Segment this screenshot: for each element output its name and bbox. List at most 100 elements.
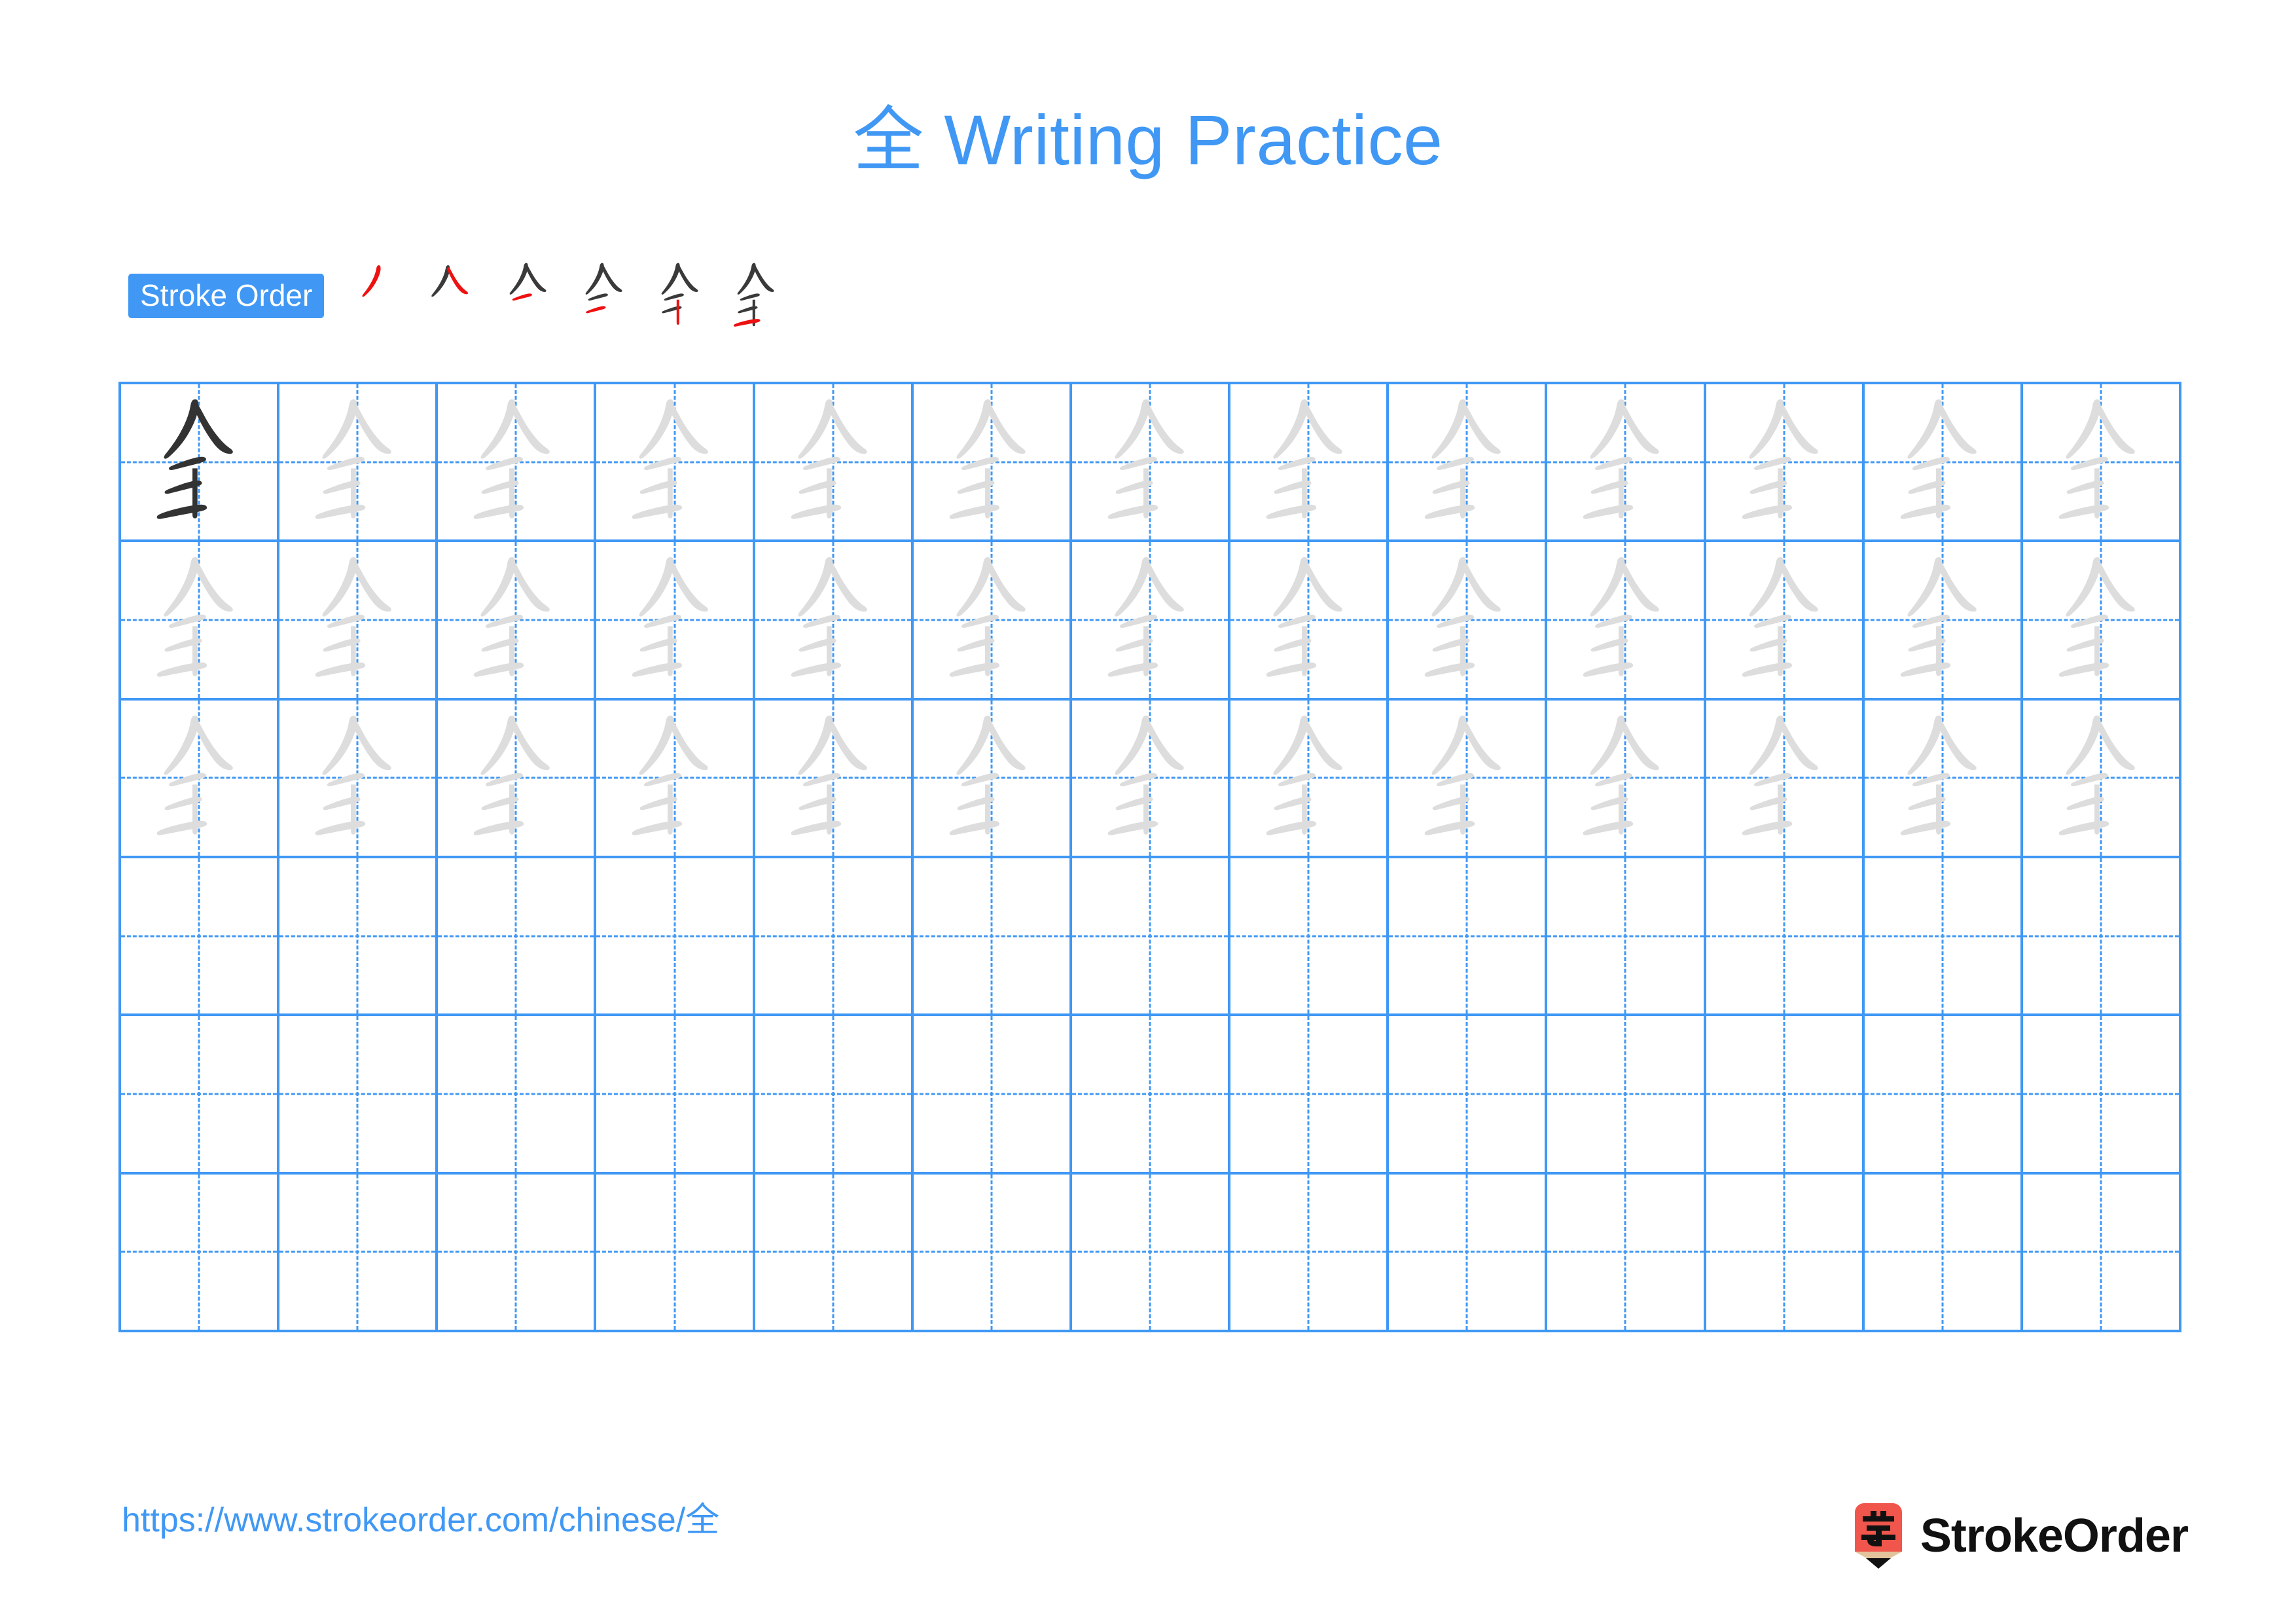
practice-cell[interactable] <box>1547 700 1706 858</box>
practice-grid <box>118 382 2181 1332</box>
practice-cell[interactable] <box>1230 542 1390 701</box>
practice-cell[interactable] <box>121 542 280 701</box>
trace-character <box>1547 384 1703 539</box>
practice-cell[interactable] <box>1071 858 1231 1017</box>
practice-cell[interactable] <box>1706 384 1865 543</box>
practice-cell[interactable] <box>913 1016 1072 1175</box>
practice-cell[interactable] <box>755 700 914 858</box>
stroke-order-badge: Stroke Order <box>128 274 325 318</box>
practice-cell[interactable] <box>913 1174 1072 1332</box>
practice-cell[interactable] <box>1389 700 1548 858</box>
practice-cell[interactable] <box>1071 1016 1231 1175</box>
practice-cell[interactable] <box>1071 384 1231 543</box>
model-character <box>121 384 277 539</box>
practice-cell[interactable] <box>2022 542 2181 701</box>
practice-cell[interactable] <box>279 1174 439 1332</box>
practice-cell[interactable] <box>1706 700 1865 858</box>
practice-cell[interactable] <box>1706 542 1865 701</box>
practice-cell[interactable] <box>279 542 439 701</box>
practice-cell[interactable] <box>279 858 439 1017</box>
practice-cell[interactable] <box>1230 384 1390 543</box>
practice-cell[interactable] <box>1864 1016 2023 1175</box>
practice-cell[interactable] <box>755 542 914 701</box>
practice-cell[interactable] <box>913 384 1072 543</box>
practice-cell[interactable] <box>1389 1016 1548 1175</box>
practice-cell[interactable] <box>1230 1016 1390 1175</box>
practice-cell[interactable] <box>1071 700 1231 858</box>
practice-cell[interactable] <box>596 384 755 543</box>
trace-character <box>1547 542 1703 697</box>
practice-cell[interactable] <box>913 700 1072 858</box>
trace-character <box>121 542 277 697</box>
trace-character <box>2023 701 2179 856</box>
practice-cell[interactable] <box>1230 1174 1390 1332</box>
trace-character <box>1706 701 1862 856</box>
practice-cell[interactable] <box>755 858 914 1017</box>
practice-cell[interactable] <box>1864 542 2023 701</box>
practice-cell[interactable] <box>1706 1016 1865 1175</box>
practice-cell[interactable] <box>1547 542 1706 701</box>
practice-cell[interactable] <box>755 384 914 543</box>
practice-cell[interactable] <box>121 858 280 1017</box>
practice-cell[interactable] <box>1547 858 1706 1017</box>
practice-cell[interactable] <box>1389 1174 1548 1332</box>
trace-character <box>914 701 1069 856</box>
practice-cell[interactable] <box>1864 700 2023 858</box>
trace-character <box>596 384 752 539</box>
trace-character <box>438 701 594 856</box>
practice-cell[interactable] <box>1547 1016 1706 1175</box>
practice-cell[interactable] <box>755 1016 914 1175</box>
practice-cell[interactable] <box>121 1016 280 1175</box>
practice-cell[interactable] <box>2022 384 2181 543</box>
practice-cell[interactable] <box>121 700 280 858</box>
practice-cell[interactable] <box>1389 858 1548 1017</box>
practice-cell[interactable] <box>913 542 1072 701</box>
practice-cell[interactable] <box>1389 542 1548 701</box>
practice-cell[interactable] <box>2022 858 2181 1017</box>
trace-character <box>1230 384 1386 539</box>
practice-cell[interactable] <box>596 700 755 858</box>
practice-cell[interactable] <box>1547 1174 1706 1332</box>
practice-cell[interactable] <box>438 700 597 858</box>
practice-cell[interactable] <box>913 858 1072 1017</box>
practice-cell[interactable] <box>1864 1174 2023 1332</box>
practice-cell[interactable] <box>596 542 755 701</box>
practice-cell[interactable] <box>755 1174 914 1332</box>
practice-cell[interactable] <box>438 384 597 543</box>
practice-cell[interactable] <box>121 384 280 543</box>
practice-cell[interactable] <box>2022 700 2181 858</box>
practice-cell[interactable] <box>2022 1016 2181 1175</box>
practice-cell[interactable] <box>596 858 755 1017</box>
source-url[interactable]: https://www.strokeorder.com/chinese/全 <box>122 1503 719 1537</box>
trace-character <box>914 542 1069 697</box>
practice-cell[interactable] <box>1071 1174 1231 1332</box>
practice-cell[interactable] <box>1071 542 1231 701</box>
practice-cell[interactable] <box>1389 384 1548 543</box>
practice-cell[interactable] <box>279 1016 439 1175</box>
practice-cell[interactable] <box>1864 384 2023 543</box>
trace-character <box>755 384 911 539</box>
trace-character <box>1389 384 1545 539</box>
stroke-step-6 <box>718 257 794 333</box>
practice-cell[interactable] <box>1864 858 2023 1017</box>
practice-cell[interactable] <box>1706 1174 1865 1332</box>
practice-cell[interactable] <box>2022 1174 2181 1332</box>
trace-character <box>438 542 594 697</box>
practice-cell[interactable] <box>596 1016 755 1175</box>
practice-cell[interactable] <box>438 1016 597 1175</box>
trace-character <box>1072 542 1228 697</box>
practice-cell[interactable] <box>1547 384 1706 543</box>
strokeorder-pencil-icon <box>1854 1503 1902 1569</box>
practice-cell[interactable] <box>438 1174 597 1332</box>
trace-character <box>1072 701 1228 856</box>
trace-character <box>1706 384 1862 539</box>
practice-cell[interactable] <box>1230 858 1390 1017</box>
practice-cell[interactable] <box>279 700 439 858</box>
practice-cell[interactable] <box>1230 700 1390 858</box>
practice-cell[interactable] <box>121 1174 280 1332</box>
practice-cell[interactable] <box>438 542 597 701</box>
practice-cell[interactable] <box>438 858 597 1017</box>
practice-cell[interactable] <box>1706 858 1865 1017</box>
practice-cell[interactable] <box>279 384 439 543</box>
practice-cell[interactable] <box>596 1174 755 1332</box>
